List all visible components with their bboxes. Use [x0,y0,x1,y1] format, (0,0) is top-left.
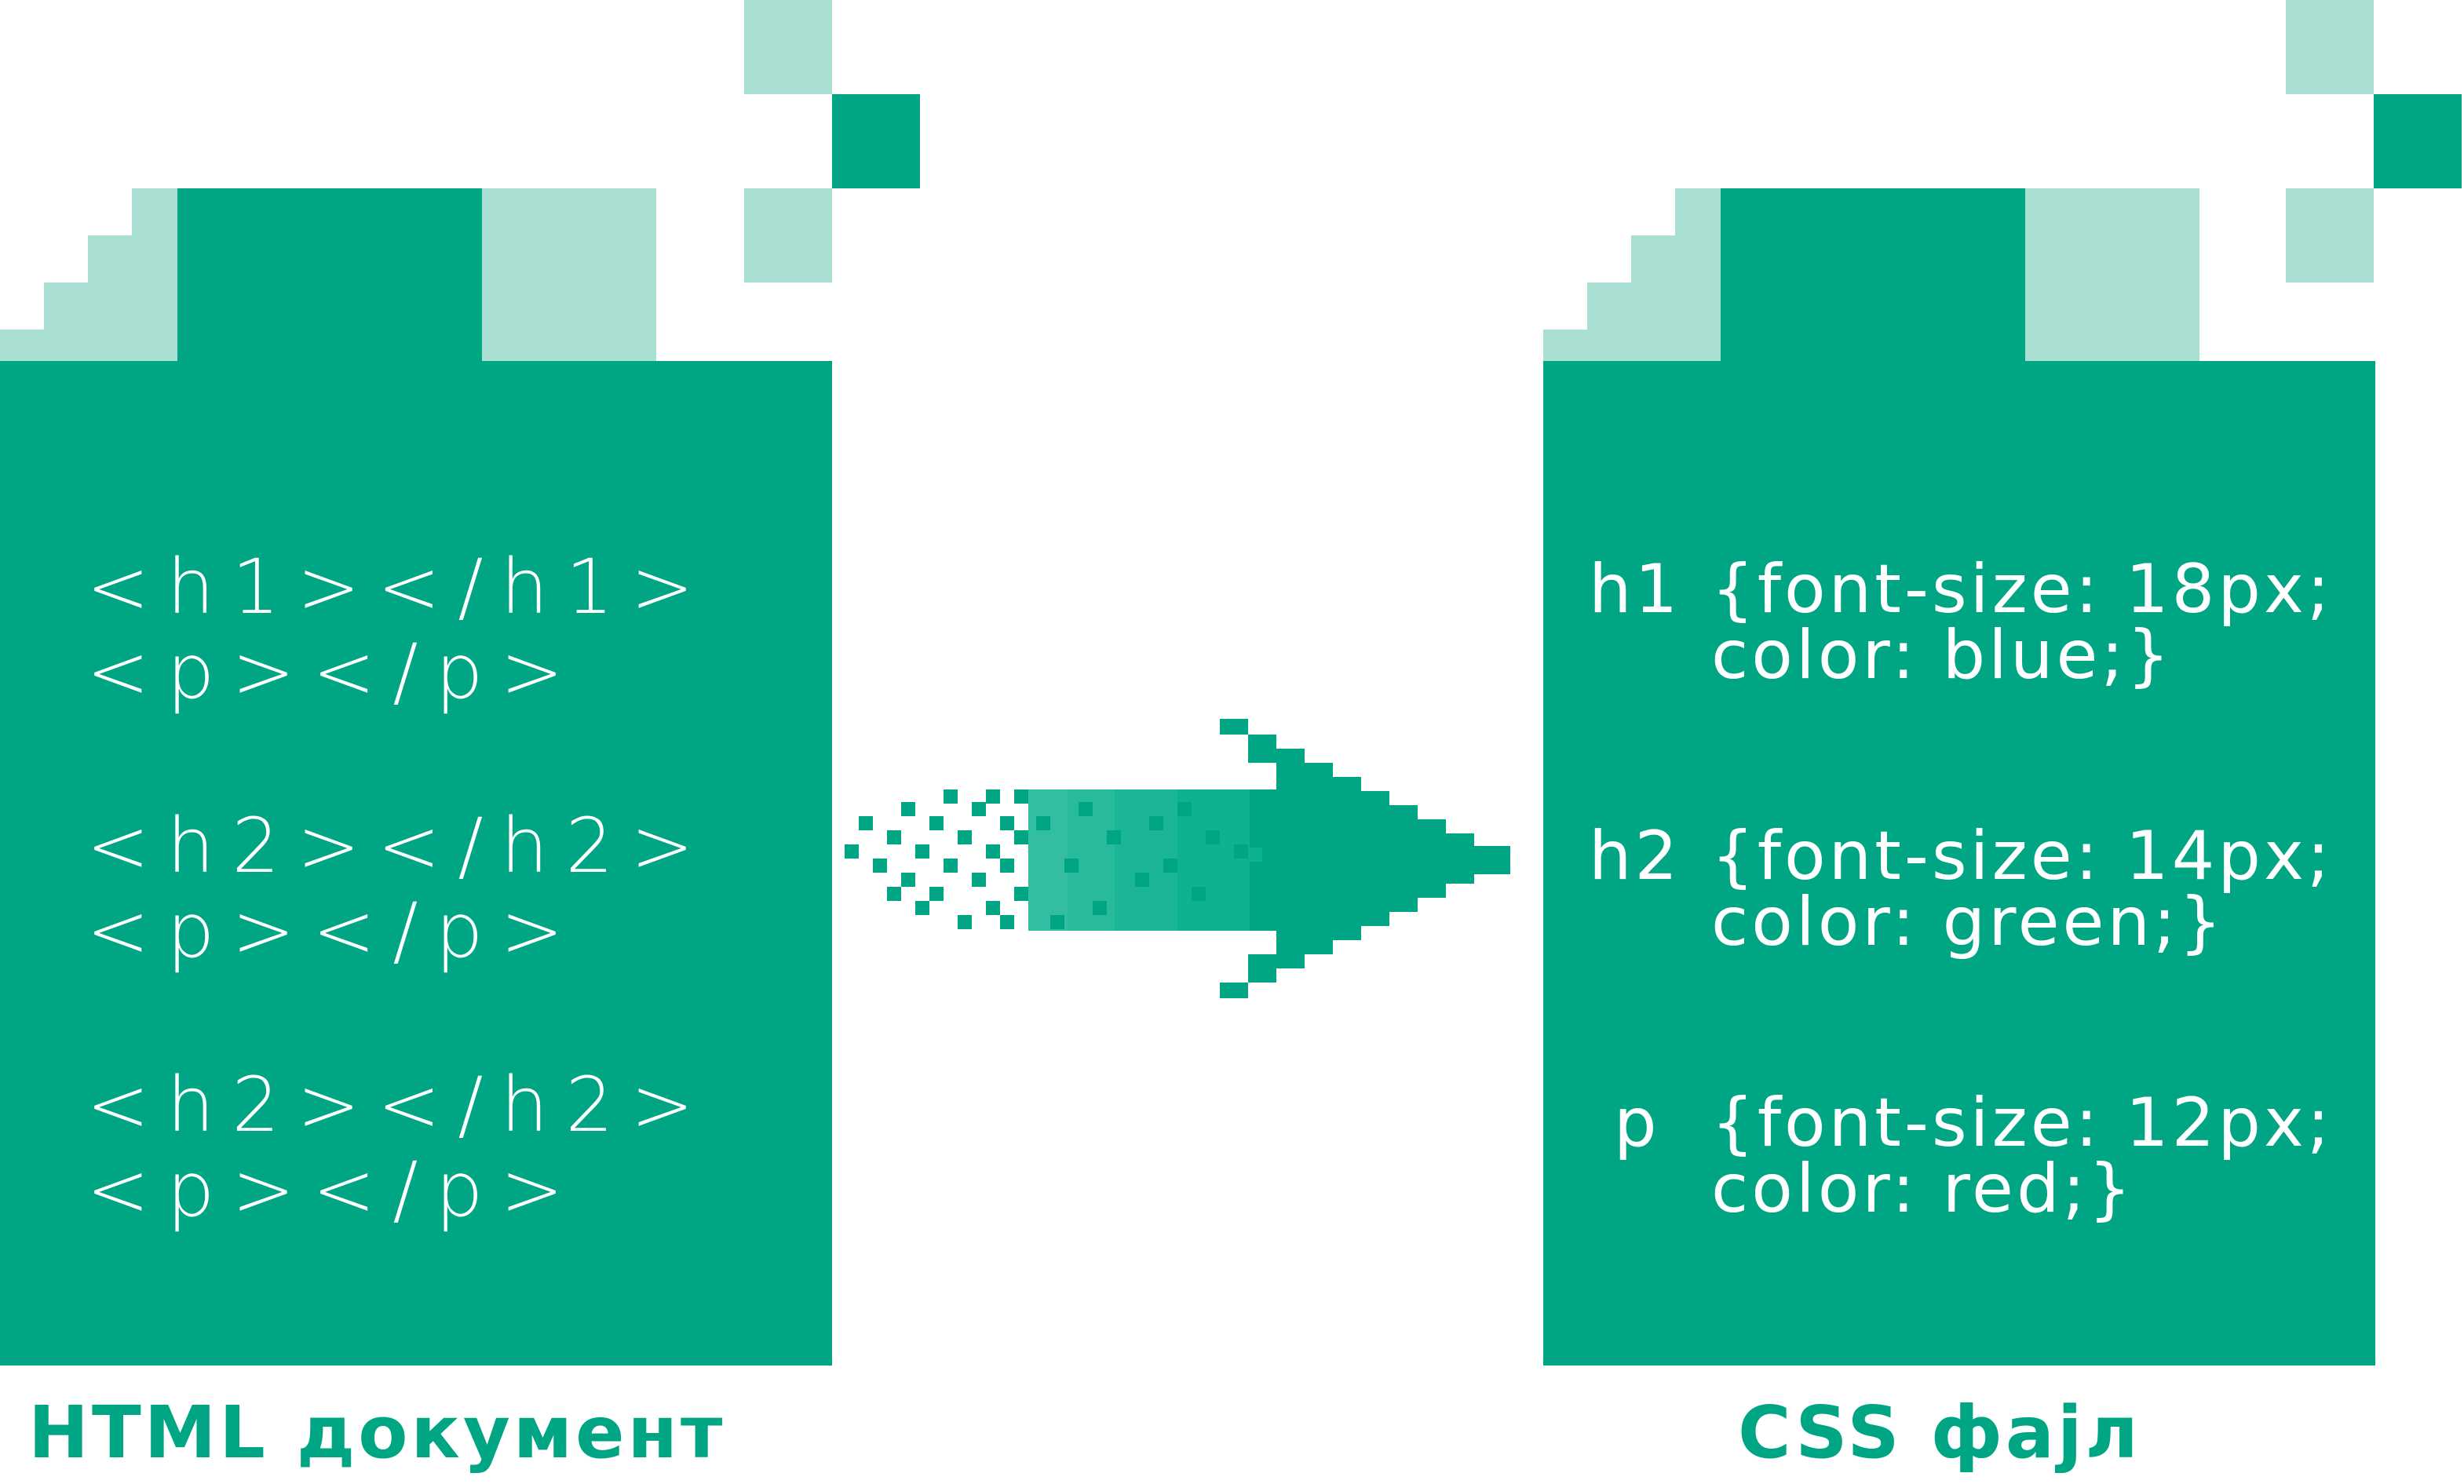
css-declaration: color: red;} [1711,1150,2135,1228]
css-selector: h1 [1589,550,1681,629]
css-file-caption: CSS фајл [1738,1391,2141,1475]
css-selector: p [1614,1084,1660,1162]
html-code-line: <p></p> [86,1146,581,1234]
diagram-graphics [0,0,2462,1365]
css-declaration: {font-size: 18px; [1711,550,2333,629]
html-code-line: <h1></h1> [86,543,711,631]
pixel-arrow-icon [845,719,1510,998]
pixel-light [744,188,832,283]
pixel-light [2286,0,2374,94]
css-declaration: color: blue;} [1711,616,2174,695]
pixel-dark [832,94,920,188]
css-declaration: color: green;} [1711,883,2225,961]
html-code-line: <p></p> [86,887,581,975]
pixel-dark [2374,94,2462,188]
css-declaration: {font-size: 12px; [1711,1084,2333,1162]
pixel-light [744,0,832,94]
pixel-light [2286,188,2374,283]
css-declaration: {font-size: 14px; [1711,817,2333,895]
html-code-line: <h2></h2> [86,802,711,890]
html-code-line: <h2></h2> [86,1061,711,1149]
html-code-line: <p></p> [86,628,581,716]
css-selector: h2 [1589,817,1681,895]
html-document-caption: HTML документ [28,1391,726,1475]
